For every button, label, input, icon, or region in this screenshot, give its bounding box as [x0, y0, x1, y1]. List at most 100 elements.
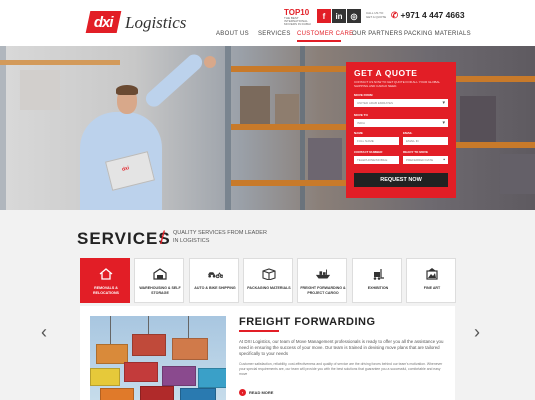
phone-icon: ✆: [391, 10, 399, 20]
tile-label: FREIGHT FORWARDING & PROJECT CARGO: [300, 286, 346, 295]
move-from-value: UNITED ARAB EMIRATES: [357, 101, 393, 105]
crane-cable: [148, 316, 149, 334]
nav-services[interactable]: SERVICES: [258, 31, 291, 41]
ship-icon: [315, 268, 331, 280]
container-red: [132, 334, 166, 356]
move-to-select[interactable]: INDIA ▾: [354, 119, 448, 127]
container-orange: [96, 344, 128, 364]
service-tile-warehousing[interactable]: WAREHOUSING & SELF STORAGE: [134, 258, 184, 303]
service-tile-fine-art[interactable]: FINE ART: [406, 258, 456, 303]
linkedin-icon[interactable]: in: [332, 9, 346, 23]
logo-mark-text: dxi: [94, 13, 113, 31]
read-more-link[interactable]: › READ MORE: [239, 389, 273, 396]
service-tile-exhibition[interactable]: EXHIBITION: [352, 258, 402, 303]
instagram-icon[interactable]: ◎: [347, 9, 361, 23]
container-purple: [162, 366, 196, 386]
car-bike-icon: [207, 268, 223, 280]
request-now-button[interactable]: REQUEST NOW: [354, 173, 448, 187]
chevron-down-icon: ▾: [442, 100, 445, 106]
ready-date-placeholder: PREFERRED DATE: [406, 158, 434, 162]
service-tile-freight[interactable]: FREIGHT FORWARDING & PROJECT CARGO: [297, 258, 347, 303]
arrow-right-icon: ›: [239, 389, 246, 396]
quote-subtitle: CONTACT US NOW TO GET QUOTE FOR ALL YOUR…: [354, 80, 440, 88]
crane-cable: [188, 316, 189, 338]
nav-packing-materials[interactable]: PACKING MATERIALS: [404, 31, 471, 41]
chevron-down-icon: ▾: [442, 120, 445, 126]
container-yellow: [90, 368, 120, 386]
feature-title: FREIGHT FORWARDING: [239, 316, 376, 328]
phone-text: +971 4 447 4663: [400, 10, 465, 20]
phone-number[interactable]: ✆ +971 4 447 4663: [391, 10, 465, 21]
feature-paragraph-secondary: Customer satisfaction, reliability, cost…: [239, 362, 443, 376]
contact-field[interactable]: TELEPHONE/MOBILE: [354, 156, 399, 164]
container-orange: [100, 388, 134, 400]
container-blue: [198, 368, 226, 388]
box-icon: [261, 268, 277, 280]
tile-label: AUTO & BIKE SHIPPING: [194, 286, 236, 290]
warehouse-icon: [152, 268, 168, 280]
forklift-icon: [370, 268, 386, 280]
move-from-select[interactable]: UNITED ARAB EMIRATES ▾: [354, 99, 448, 107]
shelf-beam: [456, 76, 535, 82]
ready-date-field[interactable]: PREFERRED DATE ▪: [403, 156, 448, 164]
read-more-label: READ MORE: [249, 390, 274, 395]
pallet-box: [20, 70, 60, 110]
tile-label: FINE ART: [423, 286, 441, 290]
container-red: [124, 362, 158, 382]
container-orange: [172, 338, 208, 360]
container-blue: [180, 388, 216, 400]
tile-label: EXHIBITION: [367, 286, 389, 290]
site-header: dxi Logistics TOP10 THE BEST INTERNATION…: [0, 0, 535, 46]
house-icon: [98, 268, 114, 280]
move-to-label: MOVE TO: [354, 113, 368, 117]
tile-label: PACKAGING MATERIALS: [247, 286, 291, 290]
contact-label: CONTACT NUMBER: [354, 150, 383, 154]
pallet-box: [500, 154, 535, 194]
tile-label: WAREHOUSING & SELF STORAGE: [139, 286, 181, 295]
pallet-box: [275, 94, 299, 124]
logo-text[interactable]: Logistics: [125, 13, 186, 33]
pallet-box: [460, 96, 496, 142]
email-label: EMAIL: [403, 131, 413, 135]
title-divider: /: [160, 228, 166, 248]
shelf-beam: [0, 60, 120, 65]
pallet-box: [240, 86, 270, 124]
name-label: NAME: [354, 131, 363, 135]
frame-icon: [424, 268, 440, 280]
award-caption: THE BEST INTERNATIONAL MOVERS IN DUBAI: [284, 16, 311, 26]
container-red: [140, 386, 174, 400]
title-underline: [239, 330, 279, 332]
quote-title: GET A QUOTE: [354, 68, 418, 78]
services-title: SERVICES: [77, 229, 171, 248]
feature-paragraph: At DXI Logistics, our team of Move Manag…: [239, 339, 444, 356]
call-caption: CALL US TO GET A QUOTE: [366, 11, 387, 19]
service-tile-auto-bike[interactable]: AUTO & BIKE SHIPPING: [189, 258, 239, 303]
nav-about-us[interactable]: ABOUT US: [216, 31, 249, 41]
award-badge: TOP10 THE BEST INTERNATIONAL MOVERS IN D…: [284, 9, 318, 27]
ready-label: READY TO MOVE: [403, 150, 429, 154]
service-tile-removals[interactable]: REMOVALS & RELOCATIONS: [80, 258, 130, 303]
shelf-beam: [231, 124, 346, 130]
prev-arrow-icon[interactable]: ‹: [41, 322, 47, 343]
service-tile-packaging[interactable]: PACKAGING MATERIALS: [243, 258, 293, 303]
calendar-icon: ▪: [443, 157, 445, 163]
cargo-containers-image: [90, 316, 226, 400]
next-arrow-icon[interactable]: ›: [474, 322, 480, 343]
quote-form: GET A QUOTE CONTACT US NOW TO GET QUOTE …: [346, 62, 456, 198]
shelf-beam: [231, 66, 346, 72]
facebook-icon[interactable]: f: [317, 9, 331, 23]
email-field[interactable]: EMAIL ID: [403, 137, 448, 145]
move-to-value: INDIA: [357, 121, 366, 125]
shelf-beam: [231, 180, 346, 186]
tile-label: REMOVALS & RELOCATIONS: [93, 286, 119, 295]
move-from-label: MOVE FROM: [354, 93, 373, 97]
shelf-beam: [456, 142, 535, 148]
crane-cable: [110, 316, 111, 344]
nav-active-indicator: [297, 40, 341, 42]
person-hand: [204, 56, 216, 68]
rack-post: [0, 46, 6, 210]
nav-our-partners[interactable]: OUR PARTNERS: [352, 31, 403, 41]
logo-mark[interactable]: dxi: [85, 11, 122, 33]
name-field[interactable]: FULL NAME: [354, 137, 399, 145]
services-subtitle: QUALITY SERVICES FROM LEADER IN LOGISTIC…: [173, 230, 267, 244]
